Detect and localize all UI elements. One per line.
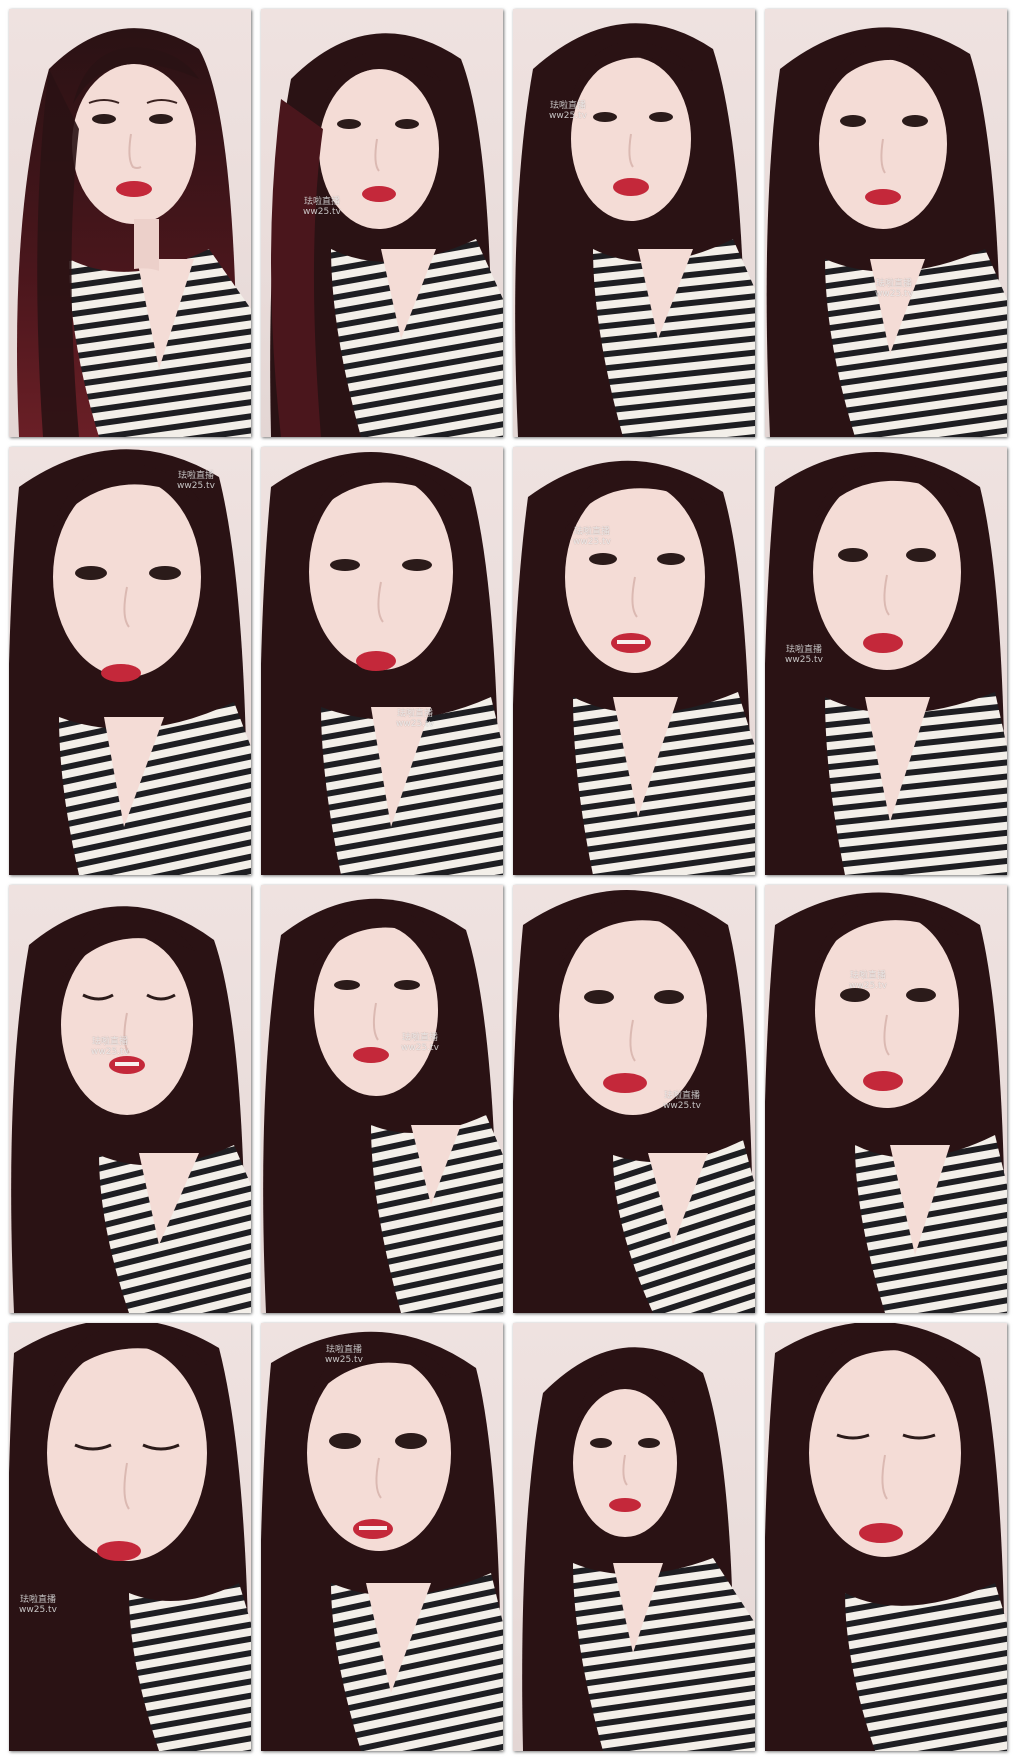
watermark-url: ww25.tv [849, 981, 887, 991]
watermark: 珐啦直播 ww25.tv [875, 279, 913, 299]
watermark-url: ww25.tv [549, 111, 587, 121]
portrait-illustration [515, 23, 755, 437]
watermark-url: ww25.tv [875, 289, 913, 299]
portrait-illustration [765, 1323, 1007, 1751]
watermark: 珐啦直播 ww25.tv [303, 197, 341, 217]
watermark: 珐啦直播 ww25.tv [401, 1033, 439, 1053]
video-frame-thumbnail: 珐啦直播 ww25.tv [513, 885, 755, 1313]
portrait-illustration [11, 906, 251, 1313]
portrait-illustration [270, 33, 503, 437]
watermark-brand: 珐啦直播 [303, 197, 340, 207]
watermark-brand: 珐啦直播 [396, 709, 433, 719]
portrait-illustration [17, 28, 251, 437]
portrait-illustration [765, 892, 1007, 1313]
portrait-illustration [261, 452, 503, 875]
watermark-url: ww25.tv [396, 719, 434, 729]
watermark-url: ww25.tv [303, 207, 341, 217]
watermark-url: ww25.tv [573, 537, 611, 547]
watermark-brand: 珐啦直播 [19, 1595, 56, 1605]
video-frame-thumbnail: 珐啦直播 ww25.tv [765, 9, 1007, 437]
watermark-brand: 珐啦直播 [177, 471, 214, 481]
watermark-url: ww25.tv [401, 1043, 439, 1053]
portrait-illustration [513, 890, 755, 1313]
watermark-brand: 珐啦直播 [875, 279, 912, 289]
watermark-brand: 珐啦直播 [849, 971, 886, 981]
watermark: 珐啦直播 ww25.tv [573, 527, 611, 547]
video-frame-thumbnail: 珐啦直播 ww25.tv [765, 447, 1007, 875]
watermark-brand: 珐啦直播 [663, 1091, 700, 1101]
video-frame-thumbnail: 珐啦直播 ww25.tv [9, 885, 251, 1313]
watermark-url: ww25.tv [325, 1355, 363, 1365]
watermark: 珐啦直播 ww25.tv [91, 1037, 129, 1057]
watermark-url: ww25.tv [663, 1101, 701, 1111]
portrait-illustration [263, 898, 503, 1313]
watermark-brand: 珐啦直播 [549, 101, 586, 111]
watermark: 珐啦直播 ww25.tv [849, 971, 887, 991]
thumbnail-grid: 珐啦直播 ww25.tv 珐啦直播 ww25.tv 珐啦直播 ww25.tv 珐… [9, 9, 1007, 1751]
portrait-illustration [9, 1323, 251, 1751]
watermark-brand: 珐啦直播 [785, 645, 822, 655]
watermark-url: ww25.tv [91, 1047, 129, 1057]
watermark: 珐啦直播 ww25.tv [663, 1091, 701, 1111]
watermark-brand: 珐啦直播 [325, 1345, 362, 1355]
watermark: 珐啦直播 ww25.tv [549, 101, 587, 121]
video-frame-thumbnail [765, 1323, 1007, 1751]
portrait-illustration [766, 27, 1007, 437]
portrait-illustration [9, 449, 251, 875]
watermark: 珐啦直播 ww25.tv [325, 1345, 363, 1365]
video-frame-thumbnail: 珐啦直播 ww25.tv [9, 447, 251, 875]
video-frame-thumbnail: 珐啦直播 ww25.tv [261, 447, 503, 875]
video-frame-thumbnail: 珐啦直播 ww25.tv [261, 885, 503, 1313]
video-frame-thumbnail: 珐啦直播 ww25.tv [513, 9, 755, 437]
watermark: 珐啦直播 ww25.tv [19, 1595, 57, 1615]
watermark-url: ww25.tv [177, 481, 215, 491]
watermark-brand: 珐啦直播 [573, 527, 610, 537]
watermark-url: ww25.tv [785, 655, 823, 665]
portrait-illustration [513, 460, 755, 875]
video-frame-thumbnail: 珐啦直播 ww25.tv [261, 9, 503, 437]
video-frame-thumbnail [513, 1323, 755, 1751]
watermark: 珐啦直播 ww25.tv [785, 645, 823, 665]
watermark-url: ww25.tv [19, 1605, 57, 1615]
video-frame-thumbnail: 珐啦直播 ww25.tv [513, 447, 755, 875]
watermark-brand: 珐啦直播 [91, 1037, 128, 1047]
portrait-illustration [261, 1331, 503, 1751]
video-frame-thumbnail: 珐啦直播 ww25.tv [9, 1323, 251, 1751]
video-frame-thumbnail: 珐啦直播 ww25.tv [765, 885, 1007, 1313]
watermark-brand: 珐啦直播 [401, 1033, 438, 1043]
video-frame-thumbnail: 珐啦直播 ww25.tv [261, 1323, 503, 1751]
video-frame-thumbnail [9, 9, 251, 437]
contact-sheet: 珐啦直播 ww25.tv 珐啦直播 ww25.tv 珐啦直播 ww25.tv 珐… [0, 0, 1018, 1762]
watermark: 珐啦直播 ww25.tv [177, 471, 215, 491]
portrait-illustration [522, 1347, 755, 1751]
watermark: 珐啦直播 ww25.tv [396, 709, 434, 729]
